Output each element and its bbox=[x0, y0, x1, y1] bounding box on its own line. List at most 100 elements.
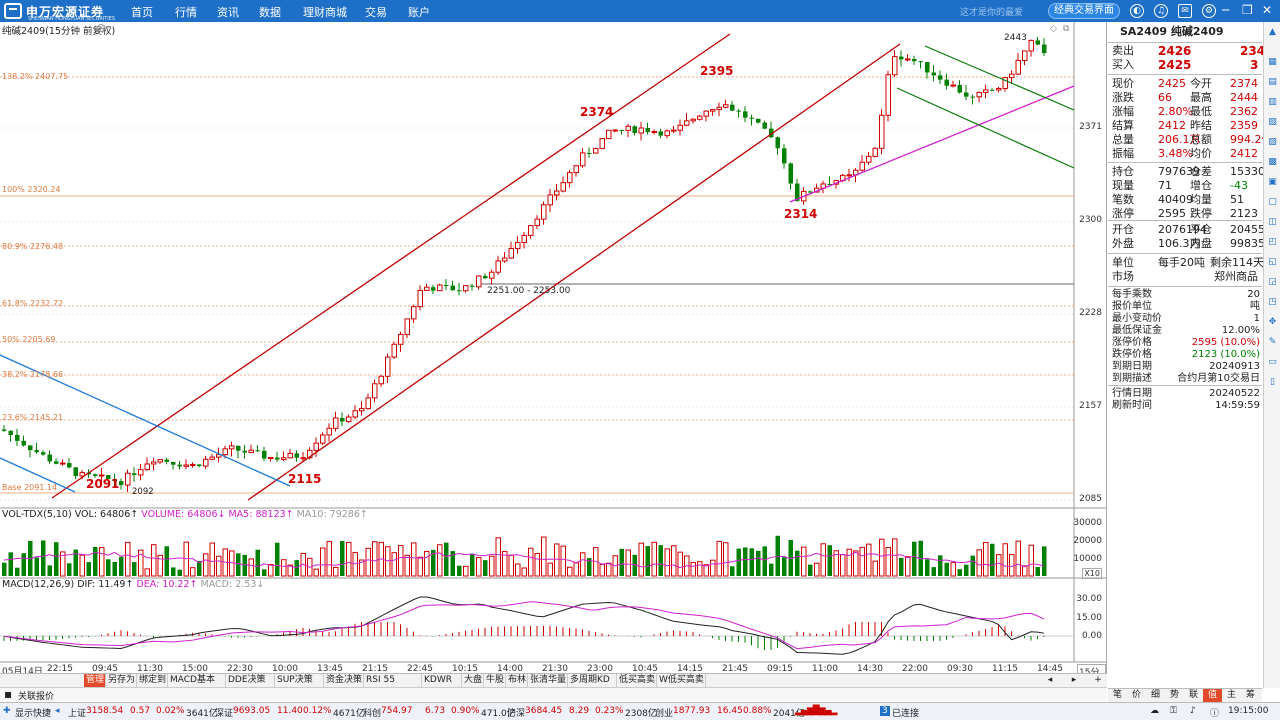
tool-icon[interactable]: ◳ bbox=[1266, 296, 1279, 309]
quote-value: 2359 bbox=[1230, 119, 1258, 132]
index-name[interactable]: 深证 bbox=[215, 706, 233, 719]
tab-10[interactable]: 牛股 bbox=[484, 674, 506, 687]
arrow-up-icon[interactable]: ▲ bbox=[1266, 26, 1279, 39]
tool-icon[interactable]: ▦ bbox=[1266, 56, 1279, 69]
panel-tab-6[interactable]: 主 bbox=[1222, 689, 1241, 702]
tool-icon[interactable]: ▣ bbox=[1266, 176, 1279, 189]
tool-icon[interactable]: ▧ bbox=[1266, 116, 1279, 129]
kline-chart-area[interactable]: 纯碱2409(15分钟 前复权) × ◇ ⧉ 2371 2300 2228 21… bbox=[0, 22, 1107, 692]
menu-home[interactable]: 首页 bbox=[131, 4, 153, 20]
fib-label: 23.6% 2145.21 bbox=[2, 413, 64, 422]
tab-6[interactable]: 资金决策 bbox=[324, 674, 364, 687]
tab-14[interactable]: 低买高卖 bbox=[617, 674, 657, 687]
panel-tab-4[interactable]: 联 bbox=[1184, 689, 1203, 702]
headset-icon[interactable]: ♫ bbox=[1154, 4, 1168, 18]
close-icon[interactable]: ✕ bbox=[1262, 3, 1272, 17]
volume-bar bbox=[216, 555, 222, 577]
tab-13[interactable]: 多周期KD bbox=[568, 674, 617, 687]
index-name[interactable]: 创业 bbox=[655, 706, 673, 719]
tab-5[interactable]: SUP决策 bbox=[275, 674, 324, 687]
pen-icon[interactable]: ✎ bbox=[1266, 336, 1279, 349]
candle-body bbox=[262, 450, 267, 459]
tab-12[interactable]: 张清华量 bbox=[528, 674, 568, 687]
kline-svg[interactable] bbox=[0, 22, 1107, 673]
tool-icon[interactable]: ▩ bbox=[1266, 156, 1279, 169]
tool-icon[interactable]: ▭ bbox=[1266, 356, 1279, 369]
panel-tab-3[interactable]: 势 bbox=[1165, 689, 1184, 702]
quote-label: 总量 bbox=[1112, 133, 1134, 146]
index-name[interactable]: 科创 bbox=[363, 706, 381, 719]
tool-icon[interactable]: ◱ bbox=[1266, 256, 1279, 269]
volume-bar bbox=[671, 545, 677, 577]
candle-body bbox=[365, 397, 371, 410]
tab-prev-icon[interactable]: ◂ bbox=[1040, 674, 1060, 687]
volume-bar bbox=[93, 547, 98, 576]
tab-1[interactable]: 另存为 bbox=[106, 674, 137, 687]
chart-close-icon[interactable]: × bbox=[97, 24, 105, 32]
index-name[interactable]: 上证 bbox=[68, 706, 86, 719]
menu-quotes[interactable]: 行情 bbox=[175, 4, 197, 20]
minimize-icon[interactable]: ─ bbox=[1222, 3, 1229, 17]
tool-icon[interactable]: ▨ bbox=[1266, 136, 1279, 149]
right-toolbar: ▲ ▦ ▤ ▥ ▧ ▨ ▩ ▣ ▢ ◫ ◰ ◱ ◲ ◳ ✥ ✎ ▭ ▯ bbox=[1263, 22, 1280, 688]
tab-7[interactable]: RSI 55 bbox=[364, 674, 422, 687]
lock-icon[interactable]: ⚿ bbox=[1170, 706, 1177, 716]
tool-icon[interactable]: ◲ bbox=[1266, 276, 1279, 289]
volume-bar bbox=[859, 546, 865, 577]
menu-wealth[interactable]: 理财商城 bbox=[303, 4, 347, 20]
panel-tab-2[interactable]: 细 bbox=[1146, 689, 1165, 702]
candle-body bbox=[41, 452, 46, 455]
tab-0[interactable]: 管理 bbox=[84, 674, 106, 687]
tab-8[interactable]: KDWR bbox=[422, 674, 462, 687]
volume-bar bbox=[749, 548, 754, 576]
volume-bar bbox=[1042, 546, 1047, 576]
tool-icon[interactable]: ◫ bbox=[1266, 216, 1279, 229]
plus-icon[interactable]: ✚ bbox=[3, 706, 11, 716]
quick-display[interactable]: 显示快捷 bbox=[15, 706, 51, 719]
mail-icon[interactable]: ✉ bbox=[1178, 4, 1192, 18]
classic-trade-button[interactable]: 经典交易界面 bbox=[1048, 3, 1120, 19]
index-arrow-icon[interactable]: ◂ bbox=[55, 706, 60, 716]
quote-value: 3.48% bbox=[1158, 147, 1193, 160]
expand-icon[interactable]: ▪ bbox=[4, 688, 12, 701]
index-name[interactable]: 沪深 bbox=[507, 706, 525, 719]
skin-icon[interactable]: ◐ bbox=[1130, 4, 1144, 18]
tool-icon[interactable]: ▢ bbox=[1266, 196, 1279, 209]
tab-3[interactable]: MACD基本 bbox=[168, 674, 226, 687]
info-icon[interactable]: ⓘ bbox=[1210, 706, 1219, 719]
tab-next-icon[interactable]: ▸ bbox=[1064, 674, 1084, 687]
candle-body bbox=[47, 454, 52, 462]
tool-icon[interactable]: ▥ bbox=[1266, 96, 1279, 109]
panel-tab-5[interactable]: 值 bbox=[1203, 689, 1222, 702]
menu-news[interactable]: 资讯 bbox=[217, 4, 239, 20]
window-expand-icon[interactable]: ⧉ bbox=[1063, 24, 1069, 34]
tab-add-icon[interactable]: + bbox=[1088, 674, 1108, 687]
vol-tick: 20000 bbox=[1073, 536, 1102, 546]
tab-11[interactable]: 布林 bbox=[506, 674, 528, 687]
panel-tab-1[interactable]: 价 bbox=[1127, 689, 1146, 702]
panel-tab-7[interactable]: 筹 bbox=[1241, 689, 1260, 702]
bell-icon[interactable]: ♪ bbox=[1190, 706, 1196, 716]
move-icon[interactable]: ✥ bbox=[1266, 316, 1279, 329]
link-quote-label[interactable]: 关联报价 bbox=[18, 689, 54, 702]
tool-icon[interactable]: ▤ bbox=[1266, 76, 1279, 89]
cloud-icon[interactable]: ☁ bbox=[1150, 706, 1159, 716]
menu-account[interactable]: 账户 bbox=[408, 4, 430, 20]
volume-bar bbox=[1009, 553, 1015, 577]
tab-4[interactable]: DDE决策 bbox=[226, 674, 275, 687]
tool-icon[interactable]: ◰ bbox=[1266, 236, 1279, 249]
volume-bar bbox=[457, 565, 462, 576]
menu-data[interactable]: 数据 bbox=[259, 4, 281, 20]
volume-bar bbox=[67, 563, 72, 576]
tab-9[interactable]: 大盘 bbox=[462, 674, 484, 687]
settings-icon[interactable]: ⚙ bbox=[1202, 4, 1216, 18]
restore-icon[interactable]: ❐ bbox=[1242, 3, 1253, 17]
panel-tab-0[interactable]: 笔 bbox=[1108, 689, 1127, 702]
tab-15[interactable]: W低买高卖 bbox=[657, 674, 706, 687]
diamond-icon[interactable]: ◇ bbox=[1050, 24, 1057, 34]
tool-icon[interactable]: ▯ bbox=[1266, 376, 1279, 389]
unit-value: 每手20吨 bbox=[1158, 256, 1205, 269]
volume-bar bbox=[990, 543, 995, 576]
menu-trade[interactable]: 交易 bbox=[365, 4, 387, 20]
tab-2[interactable]: 绑定到 bbox=[137, 674, 168, 687]
